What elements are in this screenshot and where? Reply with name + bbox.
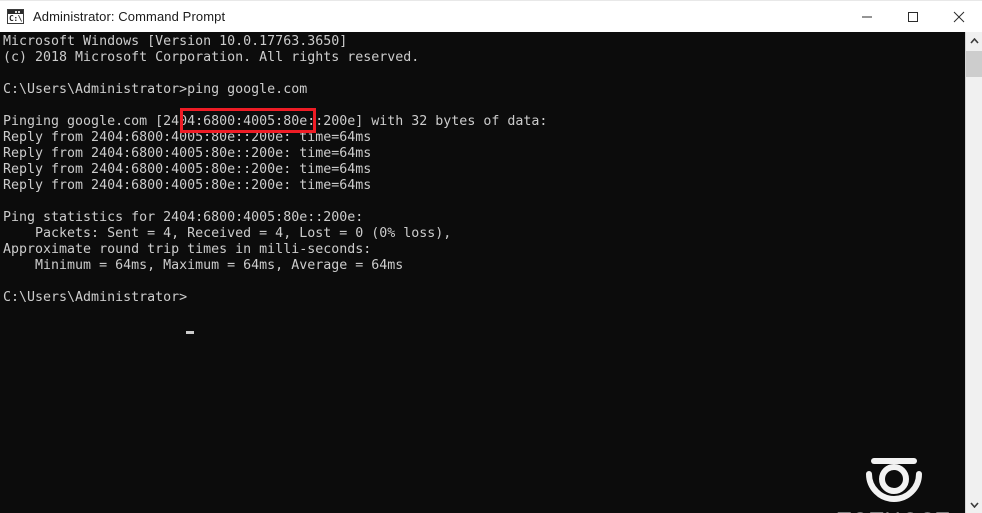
scroll-down-button[interactable] bbox=[966, 496, 982, 513]
vertical-scrollbar[interactable] bbox=[965, 32, 982, 513]
tothost-word-light: HOST bbox=[885, 508, 951, 513]
title-bar[interactable]: C:\. Administrator: Command Prompt bbox=[0, 0, 982, 32]
console-icon-glyph: C:\. bbox=[9, 14, 23, 23]
scrollbar-thumb[interactable] bbox=[966, 51, 982, 77]
minimize-button[interactable] bbox=[844, 1, 890, 33]
console-icon: C:\. bbox=[7, 9, 24, 24]
scroll-up-button[interactable] bbox=[966, 32, 982, 49]
window-controls bbox=[844, 1, 982, 33]
tothost-word-bold: TOT bbox=[837, 508, 884, 513]
chevron-down-icon bbox=[969, 501, 979, 508]
console-output-area[interactable]: Microsoft Windows [Version 10.0.17763.36… bbox=[0, 32, 982, 513]
tothost-logo-svg bbox=[866, 458, 922, 502]
console-text: Microsoft Windows [Version 10.0.17763.36… bbox=[3, 34, 548, 305]
minimize-icon bbox=[862, 16, 872, 17]
close-button[interactable] bbox=[936, 1, 982, 33]
maximize-button[interactable] bbox=[890, 1, 936, 33]
tothost-logo-icon bbox=[858, 453, 930, 505]
command-prompt-window: C:\. Administrator: Command Prompt bbox=[0, 0, 982, 513]
maximize-icon bbox=[908, 11, 918, 22]
console-icon-dot bbox=[15, 11, 17, 13]
tothost-watermark: TOTHOST bbox=[834, 453, 954, 513]
console-icon-dot bbox=[18, 11, 20, 13]
tothost-wordmark: TOTHOST bbox=[837, 509, 950, 513]
chevron-up-icon bbox=[969, 37, 979, 44]
window-title: Administrator: Command Prompt bbox=[33, 9, 226, 24]
close-icon bbox=[953, 11, 965, 22]
text-cursor bbox=[186, 331, 194, 334]
